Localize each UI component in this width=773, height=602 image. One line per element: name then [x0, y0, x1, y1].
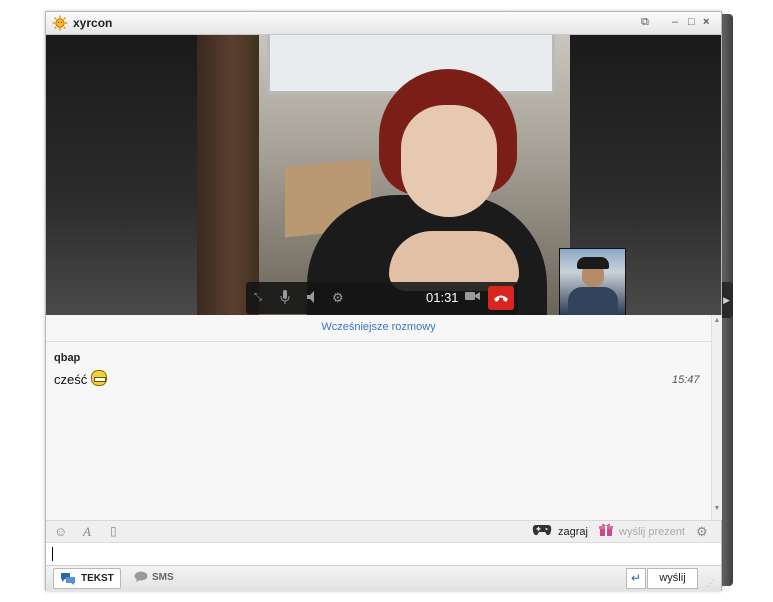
gift-icon[interactable]: [599, 523, 613, 540]
bottom-bar: TEKST SMS ↵ wyślij ⋰: [46, 565, 721, 591]
chat-scrollbar[interactable]: ▲ ▼: [711, 315, 722, 520]
sun-status-icon: [52, 15, 68, 31]
hangup-button[interactable]: [488, 286, 514, 310]
remote-video-feed: [197, 35, 570, 315]
emoticon-icon[interactable]: ☺: [54, 524, 67, 539]
resize-grip-icon[interactable]: ⋰: [706, 578, 715, 589]
window-title: xyrcon: [73, 16, 113, 30]
tab-sms[interactable]: SMS: [134, 568, 190, 587]
grin-emoticon-icon: [91, 370, 108, 386]
speaker-icon[interactable]: [307, 290, 319, 308]
sms-bubble-icon: [134, 571, 148, 586]
close-button[interactable]: ×: [703, 15, 709, 29]
call-timer: 01:31: [426, 290, 459, 305]
restore-window-icon[interactable]: ⧉: [641, 15, 649, 29]
call-controls: ⤡ ⚙ 01:31: [246, 282, 518, 314]
chat-window: xyrcon ⧉ – □ × ⤡ ⚙ 01:31 Wcześniejsze ro…: [45, 11, 722, 591]
message-input[interactable]: [46, 542, 721, 565]
video-call-area: ⤡ ⚙ 01:31: [46, 35, 721, 315]
pip-person-body: [568, 287, 618, 315]
enter-to-send-toggle[interactable]: ↵: [626, 568, 646, 589]
file-icon[interactable]: ▯: [110, 524, 117, 538]
play-game-link[interactable]: zagraj: [558, 526, 588, 538]
person-face: [401, 105, 497, 217]
pip-person-hat: [577, 257, 609, 269]
maximize-button[interactable]: □: [688, 15, 695, 29]
earlier-conversations-link[interactable]: Wcześniejsze rozmowy: [46, 321, 711, 333]
send-button[interactable]: wyślij: [647, 568, 698, 589]
message-sender: qbap: [54, 352, 81, 364]
fullscreen-icon[interactable]: ⤡: [254, 290, 262, 306]
message-text: cześć: [54, 372, 88, 387]
toolbar-settings-icon[interactable]: ⚙: [696, 524, 708, 540]
scroll-up-arrow-icon[interactable]: ▲: [712, 317, 722, 324]
minimize-button[interactable]: –: [672, 15, 678, 29]
message-time: 15:47: [672, 374, 700, 386]
camera-icon[interactable]: [465, 290, 481, 306]
tab-sms-label: SMS: [152, 572, 174, 583]
background-door: [197, 35, 259, 315]
message-toolbar: ☺ A ▯ zagraj wyślij prezent ⚙: [46, 520, 721, 542]
font-style-icon[interactable]: A: [83, 524, 91, 540]
settings-icon[interactable]: ⚙: [332, 290, 344, 306]
game-controller-icon[interactable]: [532, 523, 552, 540]
text-caret: [52, 547, 53, 561]
chat-divider: [46, 341, 711, 342]
chat-history: Wcześniejsze rozmowy qbap cześć 15:47 ▲ …: [46, 315, 722, 520]
message-text-row: cześć: [54, 370, 108, 387]
title-bar: xyrcon ⧉ – □ ×: [46, 12, 721, 35]
self-video-preview[interactable]: [559, 248, 626, 315]
scroll-down-arrow-icon[interactable]: ▼: [712, 505, 722, 512]
microphone-icon[interactable]: [280, 290, 290, 308]
tab-text[interactable]: TEKST: [53, 568, 121, 589]
tab-text-label: TEKST: [81, 573, 114, 584]
hangup-icon: [494, 295, 508, 302]
chat-bubbles-icon: [60, 572, 76, 588]
send-gift-link[interactable]: wyślij prezent: [619, 526, 685, 538]
